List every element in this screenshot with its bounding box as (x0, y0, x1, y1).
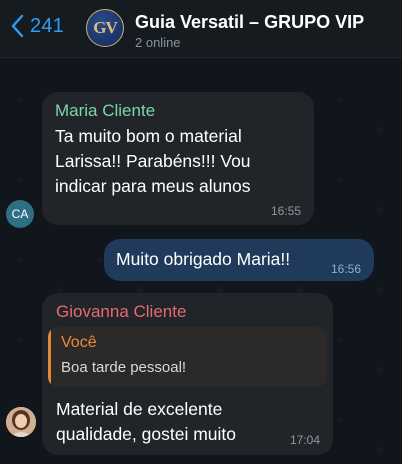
sender-name[interactable]: Giovanna Cliente (56, 302, 186, 322)
message-text: Material de excelente qualidade, gostei … (56, 399, 236, 444)
reply-preview[interactable]: Você Boa tarde pessoal! (48, 327, 327, 387)
online-status: 2 online (135, 35, 181, 50)
message-time: 16:55 (270, 204, 301, 218)
chevron-left-icon (11, 14, 24, 38)
reply-text: Boa tarde pessoal! (61, 359, 187, 376)
user-photo-icon (6, 407, 36, 437)
message-time: 16:56 (330, 262, 361, 276)
message-bubble[interactable]: Giovanna Cliente Você Boa tarde pessoal!… (42, 293, 333, 455)
message-bubble[interactable]: Maria Cliente Ta muito bom o material La… (42, 92, 314, 225)
avatar[interactable]: CA (6, 200, 34, 228)
message-bubble[interactable]: Muito obrigado Maria!! 16:56 (104, 239, 374, 281)
reply-accent-bar (48, 327, 51, 387)
message-time: 17:04 (289, 433, 320, 447)
message-text: Muito obrigado Maria!! (116, 249, 291, 269)
reply-sender: Você (61, 334, 97, 351)
message-text: Ta muito bom o material Larissa!! Parabé… (55, 126, 251, 196)
chat-header: 241 GV Guia Versatil – GRUPO VIP 2 onlin… (0, 0, 402, 58)
unread-count: 241 (30, 14, 64, 37)
back-button[interactable]: 241 (10, 12, 64, 40)
group-title[interactable]: Guia Versatil – GRUPO VIP (135, 12, 364, 33)
sender-name[interactable]: Maria Cliente (55, 101, 155, 121)
avatar[interactable] (6, 407, 36, 437)
group-avatar[interactable]: GV (86, 9, 124, 47)
